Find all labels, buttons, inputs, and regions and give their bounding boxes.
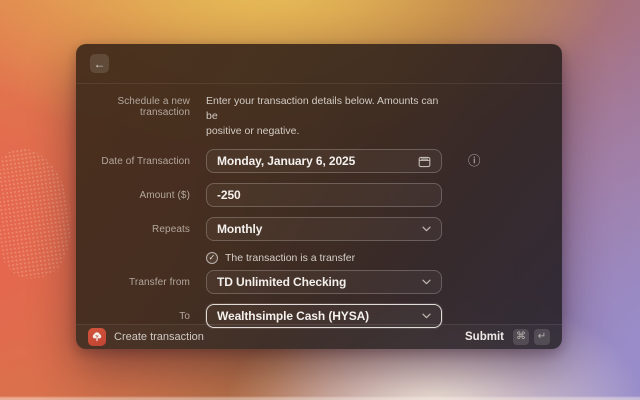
repeats-value: Monthly bbox=[217, 222, 422, 236]
transfer-from-select[interactable]: TD Unlimited Checking bbox=[206, 270, 442, 294]
transfer-checkbox-row: ✓ The transaction is a transfer bbox=[96, 251, 542, 264]
check-icon: ✓ bbox=[209, 254, 216, 262]
repeats-select[interactable]: Monthly bbox=[206, 217, 442, 241]
calendar-icon[interactable] bbox=[418, 155, 431, 168]
back-button[interactable]: ← bbox=[90, 54, 109, 73]
form-description-line2: positive or negative. bbox=[206, 124, 442, 139]
back-arrow-icon: ← bbox=[94, 58, 106, 70]
date-row: Date of Transaction Monday, January 6, 2… bbox=[96, 149, 542, 173]
schedule-transaction-dialog: ← Schedule a new transaction Enter your … bbox=[76, 44, 562, 349]
submit-button[interactable]: Submit bbox=[465, 331, 504, 343]
dialog-header: ← bbox=[76, 44, 562, 84]
tree-icon bbox=[91, 331, 103, 343]
chevron-down-icon bbox=[422, 226, 431, 232]
form-description-line1: Enter your transaction details below. Am… bbox=[206, 94, 442, 124]
dialog-body: Schedule a new transaction Enter your tr… bbox=[76, 84, 562, 328]
date-label: Date of Transaction bbox=[96, 156, 190, 167]
form-description: Enter your transaction details below. Am… bbox=[206, 94, 442, 139]
date-input[interactable]: Monday, January 6, 2025 bbox=[206, 149, 442, 173]
transfer-from-row: Transfer from TD Unlimited Checking bbox=[96, 270, 542, 294]
intro-row: Schedule a new transaction Enter your tr… bbox=[96, 94, 542, 139]
amount-row: Amount ($) -250 bbox=[96, 183, 542, 207]
amount-label: Amount ($) bbox=[96, 190, 190, 201]
chevron-down-icon bbox=[422, 313, 431, 319]
repeats-row: Repeats Monthly bbox=[96, 217, 542, 241]
transfer-from-value: TD Unlimited Checking bbox=[217, 275, 422, 289]
background-dot-texture bbox=[0, 143, 79, 283]
transfer-checkbox-group: ✓ The transaction is a transfer bbox=[206, 252, 442, 264]
transfer-from-label: Transfer from bbox=[96, 277, 190, 288]
date-value: Monday, January 6, 2025 bbox=[217, 154, 418, 168]
app-logo bbox=[88, 328, 106, 346]
return-key-icon: ↵ bbox=[534, 329, 550, 345]
repeats-label: Repeats bbox=[96, 224, 190, 235]
form-title: Schedule a new transaction bbox=[96, 94, 190, 118]
info-icon[interactable]: ⓘ bbox=[468, 155, 542, 168]
footer-action-title: Create transaction bbox=[114, 331, 204, 343]
amount-value: -250 bbox=[217, 188, 431, 202]
transfer-to-label: To bbox=[96, 311, 190, 322]
chevron-down-icon bbox=[422, 279, 431, 285]
transfer-checkbox[interactable]: ✓ bbox=[206, 252, 218, 264]
transfer-checkbox-label: The transaction is a transfer bbox=[225, 252, 355, 264]
dialog-footer: Create transaction Submit ⌘ ↵ bbox=[76, 324, 562, 349]
transfer-to-value: Wealthsimple Cash (HYSA) bbox=[217, 309, 422, 323]
submit-group: Submit ⌘ ↵ bbox=[465, 329, 550, 345]
command-key-icon: ⌘ bbox=[513, 329, 529, 345]
amount-input[interactable]: -250 bbox=[206, 183, 442, 207]
